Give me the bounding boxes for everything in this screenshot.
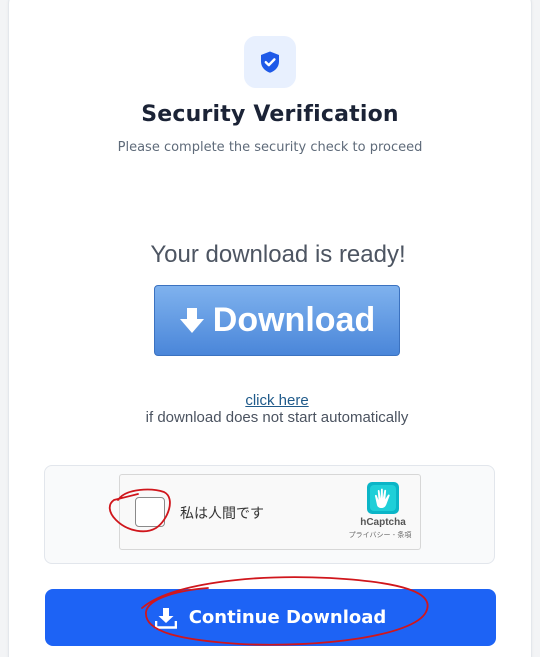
page-subtitle: Please complete the security check to pr… <box>117 140 423 155</box>
download-button[interactable]: Download <box>154 285 400 356</box>
download-button-label: Download <box>212 301 376 339</box>
continue-download-button[interactable]: Continue Download <box>45 589 496 646</box>
page-title: Security Verification <box>141 102 399 127</box>
hcaptcha-hand-icon <box>367 482 399 514</box>
arrow-down-icon <box>179 307 204 333</box>
click-here-link[interactable]: click here <box>0 392 540 409</box>
continue-download-label: Continue Download <box>188 607 387 628</box>
captcha-checkbox-label: 私は人間です <box>180 506 264 522</box>
download-tray-icon <box>154 607 177 629</box>
captcha-checkbox[interactable] <box>135 497 165 527</box>
shield-check-icon <box>261 51 279 73</box>
click-here-note: if download does not start automatically <box>145 409 409 426</box>
shield-badge <box>244 36 296 88</box>
hcaptcha-privacy-terms-links[interactable]: プライバシー - 条項 <box>343 530 417 540</box>
download-ready-text: Your download is ready! <box>150 241 406 268</box>
hcaptcha-brand: hCaptcha <box>360 517 406 528</box>
